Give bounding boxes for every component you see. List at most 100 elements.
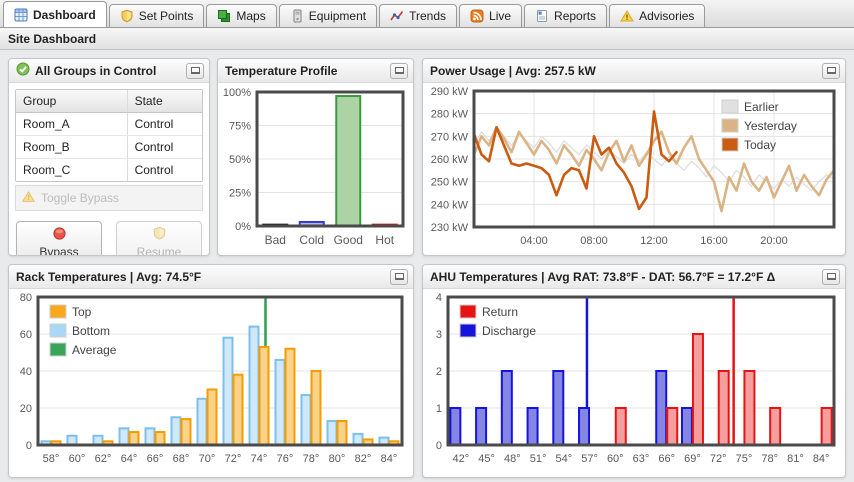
svg-text:66°: 66°	[658, 453, 675, 465]
power-usage-svg: 230 kW 240 kW 250 kW 260 kW 270 kW 280 kW 290 …	[431, 86, 836, 247]
check-circle-icon	[16, 62, 30, 79]
groups-panel-actions: Bypass Resume	[15, 221, 203, 256]
svg-text:12:00: 12:00	[640, 235, 668, 247]
svg-text:0: 0	[436, 440, 442, 452]
svg-text:42°: 42°	[453, 453, 470, 465]
tab-equipment[interactable]: Equipment	[278, 4, 378, 27]
svg-text:Cold: Cold	[299, 233, 324, 247]
minimize-button[interactable]	[390, 268, 408, 285]
rack-temperatures-chart: 0 20 40 60 80 58° 60° 62° 64° 66° 68° 70° 72° 74° 76° 7…	[9, 289, 413, 477]
column-header-group[interactable]: Group	[16, 90, 128, 112]
groups-panel: All Groups in Control Group State Room_A…	[8, 58, 210, 256]
group-name: Room_A	[16, 113, 128, 135]
trend-line-icon	[390, 9, 404, 23]
rack-temperatures-header: Rack Temperatures | Avg: 74.5°F	[9, 265, 413, 289]
tab-maps[interactable]: Maps	[206, 4, 277, 27]
collapse-icon	[826, 67, 836, 74]
svg-text:64°: 64°	[121, 453, 138, 465]
svg-text:40: 40	[20, 366, 32, 378]
svg-text:04:00: 04:00	[520, 235, 548, 247]
svg-text:100%: 100%	[223, 87, 251, 99]
tab-label: Advisories	[639, 9, 695, 23]
power-usage-panel: Power Usage | Avg: 257.5 kW 230 kW 240 kW…	[422, 58, 846, 256]
svg-text:1: 1	[436, 403, 442, 415]
rack-temperatures-panel: Rack Temperatures | Avg: 74.5°F 0 20 40 60 8…	[8, 264, 414, 478]
page-title: Site Dashboard	[8, 31, 97, 46]
svg-text:25%: 25%	[229, 188, 251, 200]
svg-text:Hot: Hot	[375, 233, 394, 247]
rss-icon	[470, 9, 484, 23]
tab-bar: Dashboard Set Points Maps Equipment Tren…	[0, 0, 854, 28]
temperature-profile-svg: 0% 25% 50% 75% 100% Bad Cold Good Hot	[223, 87, 405, 247]
bypass-button[interactable]: Bypass	[16, 221, 102, 255]
svg-text:Top: Top	[72, 305, 92, 319]
table-row[interactable]: Room_C Control	[16, 159, 202, 181]
svg-text:58°: 58°	[43, 453, 60, 465]
page-title-bar: Site Dashboard	[0, 28, 854, 50]
toggle-bypass-strip[interactable]: Toggle Bypass	[15, 185, 203, 211]
collapse-icon	[394, 67, 404, 74]
svg-text:Today: Today	[744, 138, 776, 152]
column-header-state[interactable]: State	[128, 90, 202, 112]
groups-table-header: Group State	[16, 90, 202, 113]
svg-text:270 kW: 270 kW	[431, 131, 469, 143]
svg-text:Average: Average	[72, 343, 117, 357]
panel-title: Rack Temperatures | Avg: 74.5°F	[16, 269, 202, 284]
stop-circle-icon	[52, 226, 67, 244]
power-usage-chart: 230 kW 240 kW 250 kW 260 kW 270 kW 280 kW 290 …	[423, 83, 845, 255]
tab-label: Maps	[236, 9, 266, 23]
ahu-temperatures-svg: 0 1 2 3 4 42° 45° 48° 51° 54° 57° 60° 63° 66° 69° 72° 75…	[436, 292, 836, 465]
tab-label: Live	[489, 9, 512, 23]
table-row[interactable]: Room_A Control	[16, 113, 202, 136]
svg-text:84°: 84°	[381, 453, 398, 465]
minimize-button[interactable]	[390, 62, 408, 79]
svg-text:68°: 68°	[173, 453, 190, 465]
tab-set-points[interactable]: Set Points	[108, 4, 205, 27]
power-usage-header: Power Usage | Avg: 257.5 kW	[423, 59, 845, 83]
resume-button-label: Resume	[136, 245, 182, 256]
tab-reports[interactable]: Reports	[524, 4, 608, 27]
toggle-bypass-label: Toggle Bypass	[41, 191, 120, 205]
shield-icon	[152, 226, 167, 244]
minimize-button[interactable]	[822, 62, 840, 79]
svg-text:20:00: 20:00	[760, 235, 788, 247]
rack-temperatures-svg: 0 20 40 60 80 58° 60° 62° 64° 66° 68° 70° 72° 74° 76° 7…	[20, 292, 404, 465]
svg-text:290 kW: 290 kW	[431, 86, 469, 98]
group-state: Control	[134, 117, 174, 131]
tab-label: Equipment	[308, 9, 367, 23]
resume-button[interactable]: Resume	[116, 221, 202, 256]
svg-text:72°: 72°	[225, 453, 242, 465]
svg-text:84°: 84°	[813, 453, 830, 465]
minimize-button[interactable]	[186, 62, 204, 79]
groups-table: Group State Room_A Control Room_B Contro…	[15, 89, 203, 182]
dashboard-content: All Groups in Control Group State Room_A…	[0, 50, 854, 482]
group-name: Room_C	[16, 159, 128, 181]
svg-text:57°: 57°	[581, 453, 598, 465]
svg-text:0%: 0%	[235, 221, 251, 233]
svg-text:78°: 78°	[303, 453, 320, 465]
minimize-button[interactable]	[822, 268, 840, 285]
panel-title: All Groups in Control	[35, 63, 157, 78]
tab-dashboard[interactable]: Dashboard	[3, 1, 107, 27]
group-state: Control	[134, 140, 174, 154]
tab-trends[interactable]: Trends	[379, 4, 458, 27]
svg-text:2: 2	[436, 366, 442, 378]
ahu-temperatures-panel: AHU Temperatures | Avg RAT: 73.8°F - DAT…	[422, 264, 846, 478]
table-row[interactable]: Room_B Control	[16, 136, 202, 159]
server-icon	[290, 9, 304, 23]
svg-text:70°: 70°	[199, 453, 216, 465]
svg-text:0: 0	[26, 440, 32, 452]
warning-icon	[620, 9, 634, 23]
svg-text:51°: 51°	[530, 453, 547, 465]
svg-text:82°: 82°	[355, 453, 372, 465]
svg-text:3: 3	[436, 329, 442, 341]
groups-panel-header: All Groups in Control	[9, 59, 209, 83]
tab-label: Set Points	[138, 9, 194, 23]
warning-triangle-icon	[21, 190, 36, 206]
tab-live[interactable]: Live	[459, 4, 523, 27]
svg-text:260 kW: 260 kW	[431, 154, 469, 166]
svg-text:08:00: 08:00	[580, 235, 608, 247]
panel-title: Power Usage | Avg: 257.5 kW	[430, 63, 596, 78]
tab-advisories[interactable]: Advisories	[609, 4, 706, 27]
temperature-profile-chart: 0% 25% 50% 75% 100% Bad Cold Good Hot	[218, 83, 413, 255]
